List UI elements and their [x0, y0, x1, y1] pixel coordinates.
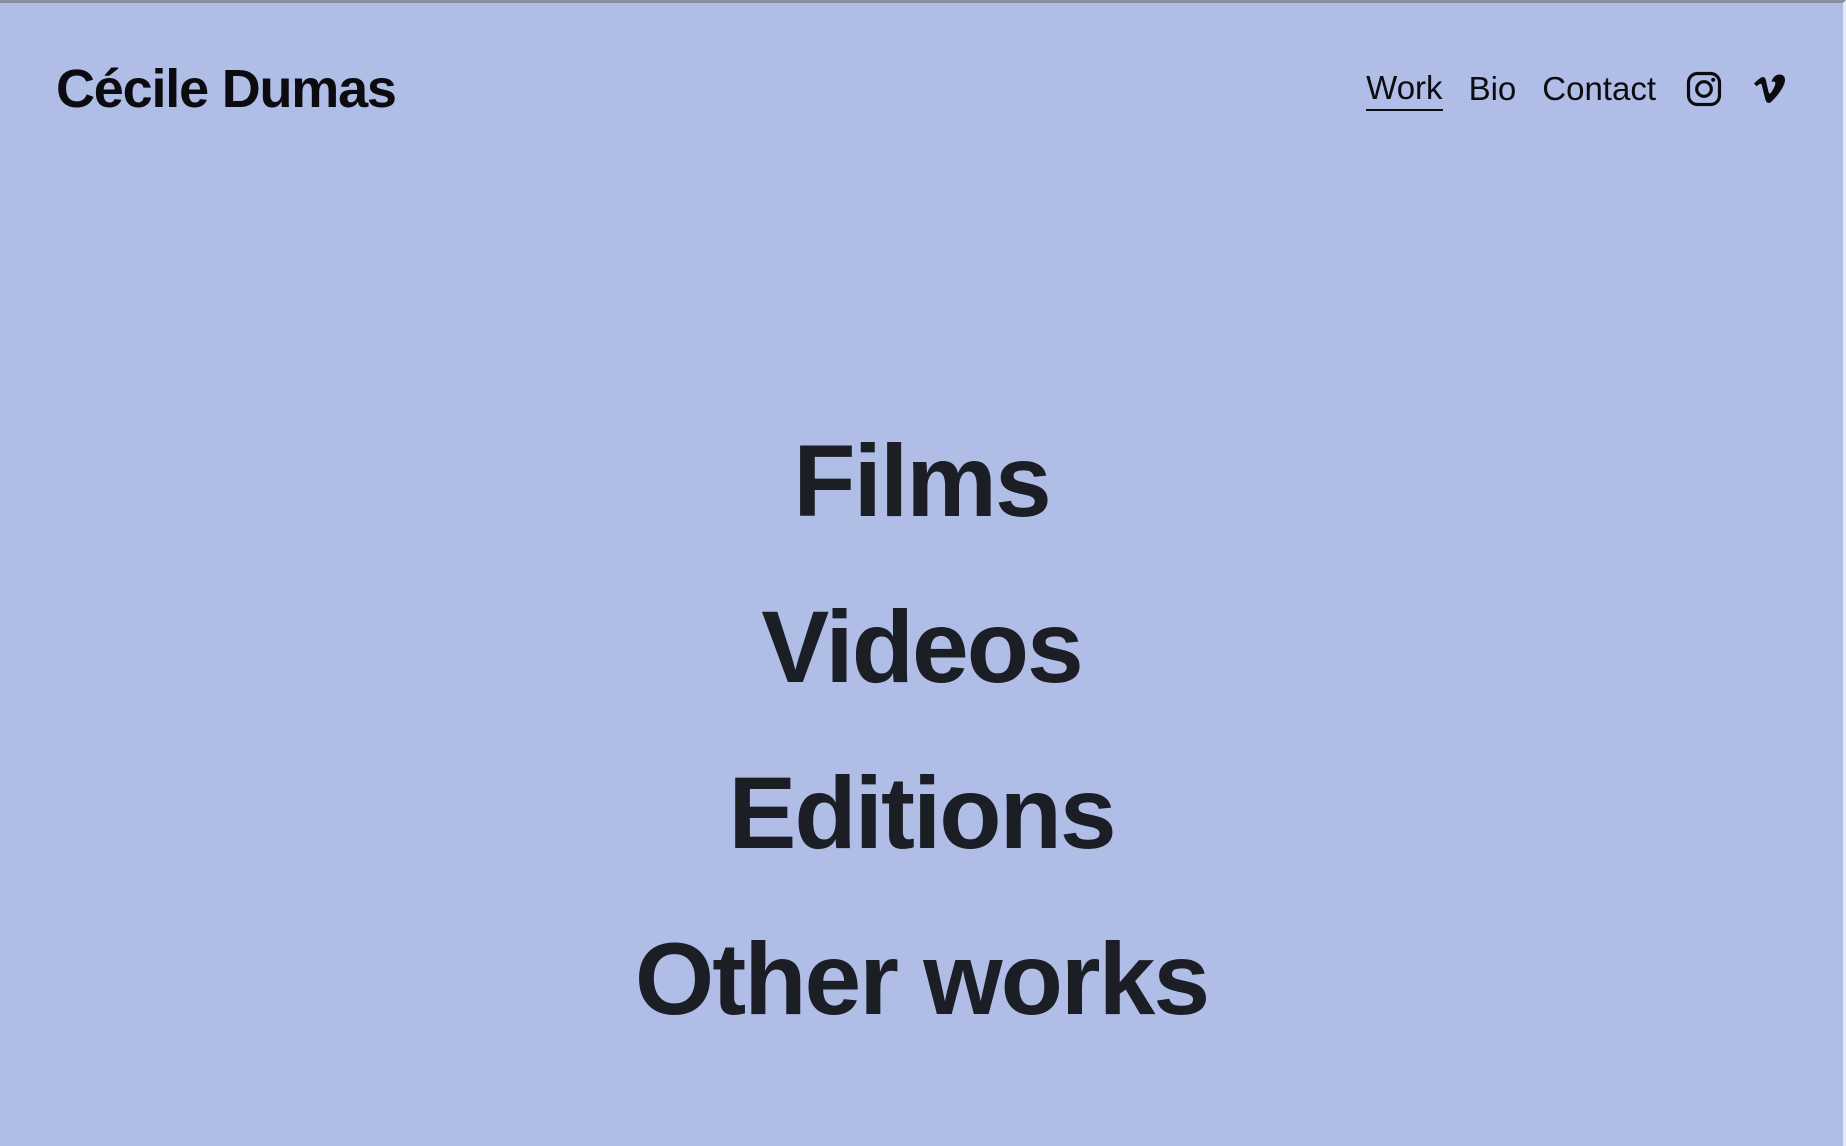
vimeo-icon[interactable] [1752, 71, 1788, 107]
work-category-menu: Films Videos Editions Other works [0, 398, 1843, 1062]
menu-item-editions[interactable]: Editions [0, 730, 1843, 896]
site-title[interactable]: Cécile Dumas [56, 58, 397, 120]
menu-item-films[interactable]: Films [0, 398, 1843, 564]
nav-work[interactable]: Work [1366, 67, 1443, 111]
menu-item-videos[interactable]: Videos [0, 564, 1843, 730]
page: Cécile Dumas Work Bio Contact Films Vide… [0, 0, 1846, 1146]
nav-contact[interactable]: Contact [1542, 67, 1656, 111]
site-header: Cécile Dumas Work Bio Contact [0, 3, 1843, 178]
main-nav: Work Bio Contact [1366, 67, 1788, 111]
menu-item-other-works[interactable]: Other works [0, 896, 1843, 1062]
nav-bio[interactable]: Bio [1469, 67, 1517, 111]
instagram-icon[interactable] [1686, 71, 1722, 107]
